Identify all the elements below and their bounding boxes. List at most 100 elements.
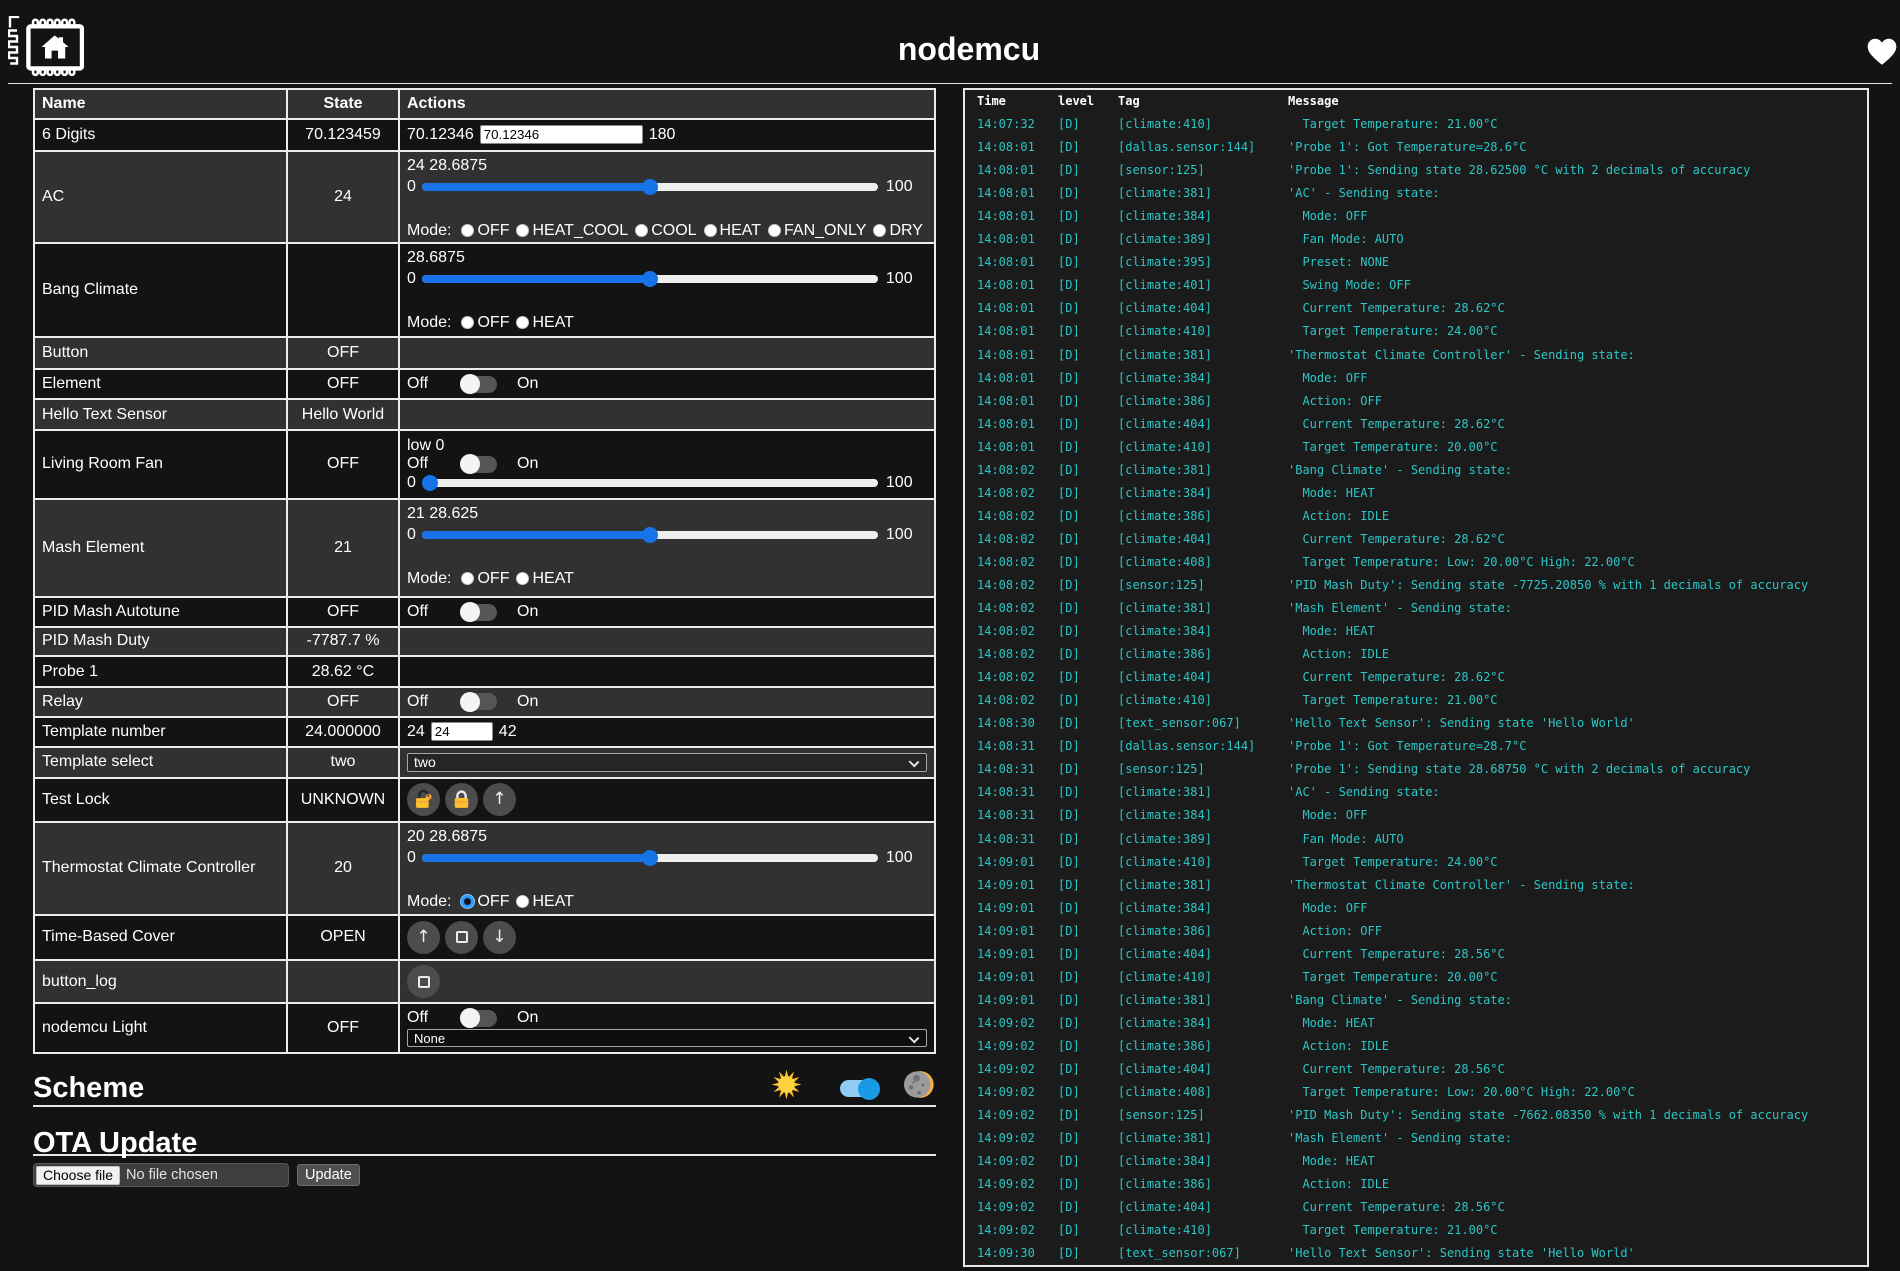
- radio-unchecked-icon[interactable]: [461, 572, 474, 585]
- stop-button[interactable]: [445, 921, 478, 954]
- log-time: 14:09:02: [964, 1173, 1058, 1196]
- number-input[interactable]: [431, 722, 493, 741]
- number-input[interactable]: [480, 125, 643, 144]
- toggle-switch[interactable]: [460, 456, 497, 473]
- log-level: [D]: [1058, 297, 1118, 320]
- range-slider[interactable]: [422, 271, 878, 287]
- log-tag: [climate:410]: [1118, 436, 1288, 459]
- slider-max-label: 100: [886, 526, 913, 544]
- mode-radio-option[interactable]: OFF: [461, 222, 509, 240]
- entity-state: [287, 243, 399, 337]
- select-value: None: [407, 1029, 927, 1047]
- toggle-switch[interactable]: [460, 604, 497, 621]
- radio-unchecked-icon[interactable]: [516, 895, 529, 908]
- lock-button[interactable]: [445, 783, 478, 816]
- radio-unchecked-icon[interactable]: [516, 572, 529, 585]
- log-time: 14:08:02: [964, 689, 1058, 712]
- radio-unchecked-icon[interactable]: [768, 224, 781, 237]
- radio-unchecked-icon[interactable]: [461, 224, 474, 237]
- radio-unchecked-icon[interactable]: [635, 224, 648, 237]
- range-slider[interactable]: [422, 850, 878, 866]
- mode-radio-option[interactable]: HEAT: [516, 570, 573, 588]
- mode-radio-option[interactable]: OFF: [461, 314, 509, 332]
- log-time: 14:08:01: [964, 251, 1058, 274]
- range-slider[interactable]: [422, 527, 878, 543]
- radio-unchecked-icon[interactable]: [516, 224, 529, 237]
- log-message: 'AC' - Sending state:: [1288, 781, 1868, 804]
- radio-checked-icon[interactable]: [461, 895, 474, 908]
- slider-thumb[interactable]: [642, 179, 658, 195]
- heart-icon[interactable]: [1865, 35, 1898, 68]
- mode-radio-option[interactable]: FAN_ONLY: [768, 222, 866, 240]
- log-message: Current Temperature: 28.62°C: [1288, 297, 1868, 320]
- mode-radio-option[interactable]: DRY: [873, 222, 923, 240]
- log-level: [D]: [1058, 689, 1118, 712]
- log-tag: [climate:386]: [1118, 643, 1288, 666]
- mode-radio-option[interactable]: HEAT_COOL: [516, 222, 628, 240]
- log-tag: [climate:404]: [1118, 528, 1288, 551]
- mode-radio-option[interactable]: COOL: [635, 222, 696, 240]
- update-button[interactable]: Update: [297, 1164, 360, 1186]
- mode-radio-option[interactable]: HEAT: [704, 222, 761, 240]
- mode-radio-option[interactable]: HEAT: [516, 893, 573, 911]
- entity-row: ElementOFFOffOn: [34, 369, 935, 400]
- up-button[interactable]: ↑: [483, 783, 516, 816]
- file-input[interactable]: Choose file No file chosen: [33, 1163, 289, 1187]
- choose-file-button[interactable]: Choose file: [36, 1166, 120, 1185]
- light-effect-select[interactable]: None: [407, 1029, 927, 1047]
- entity-row: Bang Climate28.68750100Mode:OFFHEAT: [34, 243, 935, 337]
- log-message: Mode: OFF: [1288, 897, 1868, 920]
- range-slider[interactable]: [422, 179, 878, 195]
- slider-fill: [422, 531, 650, 539]
- log-tag: [climate:384]: [1118, 897, 1288, 920]
- log-message: 'Probe 1': Sending state 28.62500 °C wit…: [1288, 159, 1868, 182]
- log-message: Current Temperature: 28.62°C: [1288, 413, 1868, 436]
- entity-name: Thermostat Climate Controller: [34, 822, 287, 915]
- switch-on-label: On: [517, 1009, 538, 1027]
- entity-name: PID Mash Autotune: [34, 597, 287, 626]
- log-tag: [climate:386]: [1118, 1173, 1288, 1196]
- range-slider[interactable]: [422, 475, 878, 491]
- entity-row: PID Mash Duty-7787.7 %: [34, 627, 935, 657]
- radio-unchecked-icon[interactable]: [704, 224, 717, 237]
- log-row: 14:08:31[D][climate:381]'AC' - Sending s…: [964, 781, 1868, 804]
- log-row: 14:08:02[D][climate:410] Target Temperat…: [964, 689, 1868, 712]
- slider-thumb[interactable]: [642, 527, 658, 543]
- slider-thumb[interactable]: [642, 850, 658, 866]
- log-tag: [climate:404]: [1118, 666, 1288, 689]
- entity-state: two: [287, 747, 399, 778]
- log-message: Current Temperature: 28.56°C: [1288, 1058, 1868, 1081]
- main: Name State Actions 6 Digits70.12345970.1…: [33, 88, 1869, 1267]
- log-time: 14:09:02: [964, 1127, 1058, 1150]
- mode-radio-label: DRY: [889, 222, 923, 240]
- stop-square-icon: [456, 931, 468, 943]
- radio-unchecked-icon[interactable]: [461, 316, 474, 329]
- radio-unchecked-icon[interactable]: [516, 316, 529, 329]
- up-button[interactable]: ↑: [407, 921, 440, 954]
- entity-row: PID Mash AutotuneOFFOffOn: [34, 597, 935, 626]
- toggle-switch[interactable]: [460, 1010, 497, 1027]
- mode-radio-option[interactable]: HEAT: [516, 314, 573, 332]
- log-message: 'AC' - Sending state:: [1288, 182, 1868, 205]
- log-row: 14:08:02[D][climate:384] Mode: HEAT: [964, 482, 1868, 505]
- template-select[interactable]: two: [407, 753, 927, 772]
- toggle-knob: [460, 374, 480, 394]
- mode-radio-option[interactable]: OFF: [461, 570, 509, 588]
- log-level: [D]: [1058, 228, 1118, 251]
- number-prefix: 24: [407, 723, 425, 741]
- esphome-logo[interactable]: [8, 16, 84, 78]
- radio-unchecked-icon[interactable]: [873, 224, 886, 237]
- down-button[interactable]: ↓: [483, 921, 516, 954]
- toggle-switch[interactable]: [460, 376, 497, 393]
- toggle-switch[interactable]: [460, 693, 497, 710]
- log-time: 14:08:02: [964, 620, 1058, 643]
- stop-button[interactable]: [407, 965, 440, 998]
- mode-radio-option[interactable]: OFF: [461, 893, 509, 911]
- slider-thumb[interactable]: [642, 271, 658, 287]
- switch-off-label: Off: [407, 1009, 433, 1027]
- slider-thumb[interactable]: [422, 475, 438, 491]
- log-message: Target Temperature: Low: 20.00°C High: 2…: [1288, 551, 1868, 574]
- unlock-button[interactable]: [407, 783, 440, 816]
- entity-row: Living Room FanOFFlow 0OffOn0100: [34, 430, 935, 499]
- scheme-toggle[interactable]: [840, 1080, 877, 1097]
